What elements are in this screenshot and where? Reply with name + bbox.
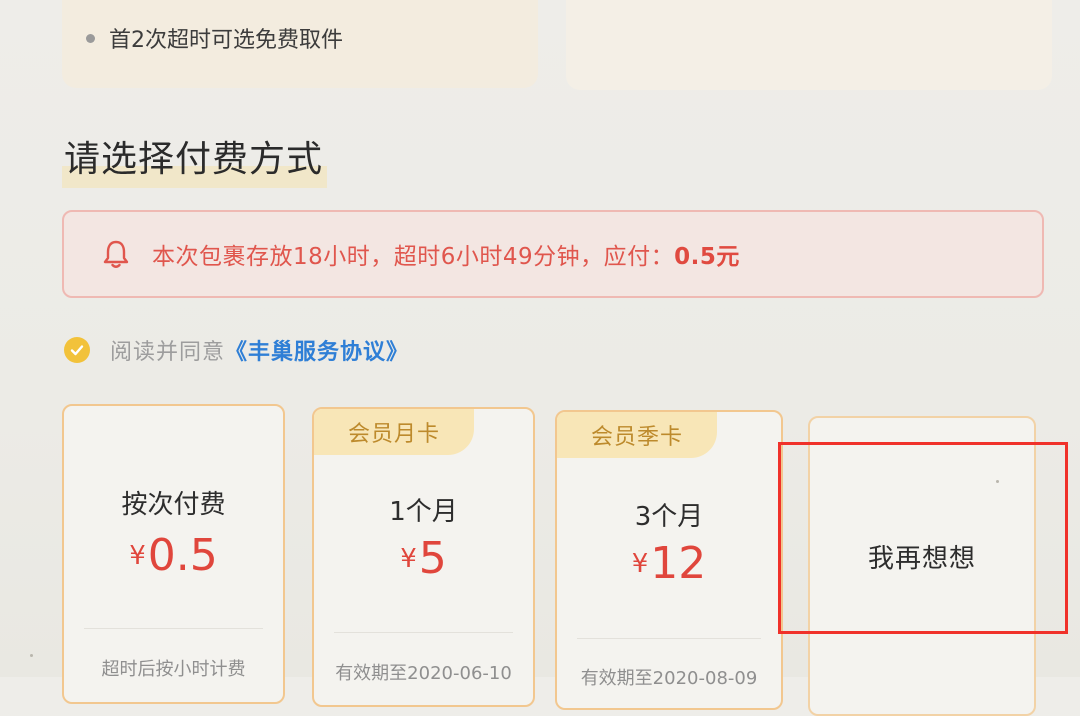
dust-speck	[996, 480, 999, 483]
highlight-annotation	[778, 442, 1068, 634]
currency-symbol: ¥	[400, 544, 417, 574]
benefit-card-right	[566, 0, 1052, 90]
plan-name: 1个月	[389, 497, 458, 527]
plan-price: ¥5	[314, 533, 533, 584]
benefit-bullet-text: 首2次超时可选免费取件	[109, 28, 343, 53]
plan-price: ¥0.5	[64, 530, 283, 581]
price-value: 5	[418, 533, 447, 584]
section-title: 请选择付费方式	[62, 130, 328, 188]
plan-divider	[84, 628, 263, 629]
notice-amount: 0.5元	[674, 244, 740, 270]
plan-card-monthly[interactable]: 会员月卡 1个月 ¥5 有效期至2020-06-10	[312, 407, 535, 707]
agreement-row: 阅读并同意 《丰巢服务协议》	[64, 334, 409, 366]
plan-name: 按次付费	[121, 490, 226, 520]
service-agreement-link[interactable]: 《丰巢服务协议》	[225, 334, 409, 366]
plan-tag: 会员月卡	[314, 409, 474, 455]
fee-notice: 本次包裹存放18小时，超时6小时49分钟，应付：0.5元	[62, 210, 1044, 298]
price-value: 0.5	[147, 530, 218, 581]
plan-price: ¥12	[557, 538, 781, 589]
notice-message: 本次包裹存放18小时，超时6小时49分钟，应付：	[152, 244, 675, 270]
plan-divider	[334, 632, 513, 633]
bullet-dot-icon	[86, 33, 95, 43]
check-icon	[70, 345, 84, 356]
plan-foot: 有效期至2020-06-10	[335, 663, 512, 684]
price-value: 12	[650, 538, 707, 589]
bell-icon	[103, 240, 129, 268]
dust-speck	[30, 654, 33, 657]
plan-card-per-use[interactable]: 按次付费 ¥0.5 超时后按小时计费	[62, 404, 285, 704]
plan-foot: 超时后按小时计费	[101, 659, 246, 680]
plan-divider	[577, 638, 761, 639]
benefit-bullet: 首2次超时可选免费取件	[86, 22, 343, 54]
plan-name: 3个月	[634, 502, 704, 532]
plan-card-quarterly[interactable]: 会员季卡 3个月 ¥12 有效期至2020-08-09	[555, 410, 783, 710]
currency-symbol: ¥	[631, 549, 649, 579]
agreement-checkbox[interactable]	[64, 337, 90, 363]
notice-text: 本次包裹存放18小时，超时6小时49分钟，应付：0.5元	[152, 237, 740, 271]
currency-symbol: ¥	[129, 541, 146, 571]
agreement-prefix: 阅读并同意	[110, 340, 226, 365]
plan-foot: 有效期至2020-08-09	[580, 668, 758, 689]
plan-tag: 会员季卡	[557, 412, 717, 458]
